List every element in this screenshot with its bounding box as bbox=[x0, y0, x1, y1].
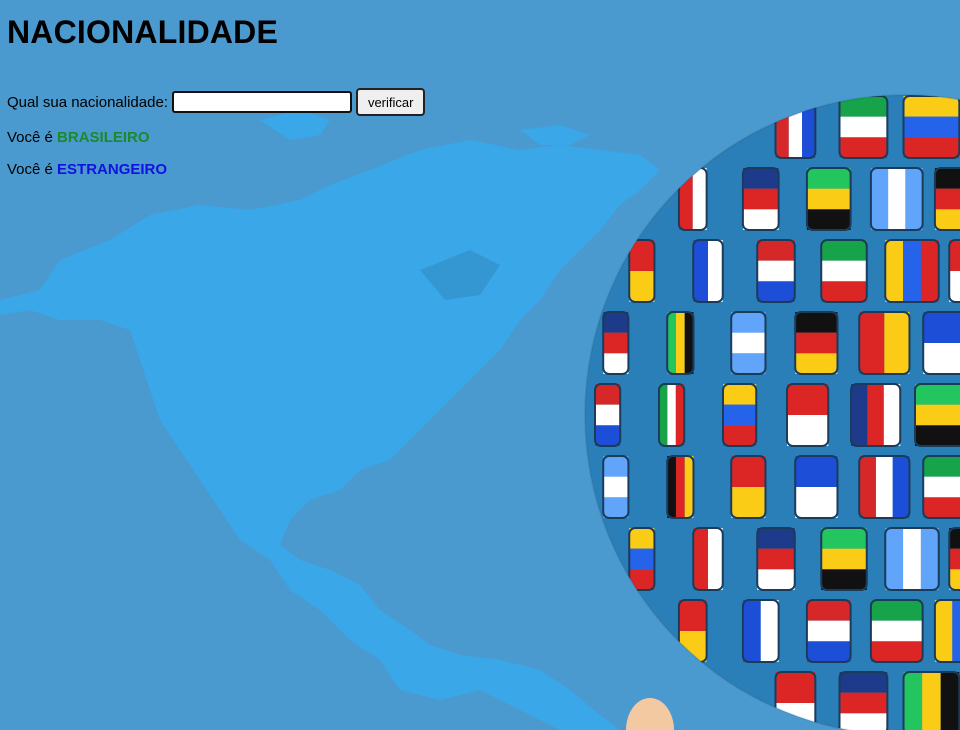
flag-globe-image bbox=[585, 95, 960, 730]
flag-tile bbox=[902, 671, 960, 730]
flag-tile bbox=[850, 383, 902, 447]
verify-button[interactable]: verificar bbox=[355, 88, 426, 116]
result-prefix: Você é bbox=[7, 161, 53, 178]
nationality-input[interactable] bbox=[171, 91, 352, 113]
flag-tile bbox=[786, 383, 830, 447]
flag-tile bbox=[730, 311, 767, 375]
flag-tile bbox=[677, 167, 708, 231]
result-value-estrangeiro: ESTRANGEIRO bbox=[57, 161, 168, 178]
flag-tile bbox=[628, 239, 656, 303]
flag-tile bbox=[922, 455, 960, 519]
flag-tile bbox=[805, 167, 852, 231]
flag-tile bbox=[933, 167, 960, 231]
flag-tile bbox=[948, 239, 960, 303]
flag-tile bbox=[602, 311, 630, 375]
hand-shape bbox=[626, 698, 674, 730]
flag-tile bbox=[838, 671, 889, 730]
continents-shape bbox=[0, 110, 660, 730]
flag-tile bbox=[741, 599, 780, 663]
flag-tile bbox=[602, 455, 630, 519]
result-prefix: Você é bbox=[7, 129, 53, 146]
flag-tile bbox=[730, 455, 767, 519]
flag-tile bbox=[594, 383, 622, 447]
flag-tile bbox=[794, 455, 839, 519]
flag-tile bbox=[722, 383, 758, 447]
flag-tile bbox=[820, 239, 868, 303]
flag-tile bbox=[884, 527, 940, 591]
flag-tile bbox=[666, 311, 695, 375]
flag-tile bbox=[858, 311, 911, 375]
main-content: NACIONALIDADE Qual sua nacionalidade: ve… bbox=[7, 0, 426, 180]
nationality-form: Qual sua nacionalidade: verificar bbox=[7, 88, 426, 116]
flag-tile bbox=[692, 527, 724, 591]
flag-tile bbox=[741, 167, 780, 231]
flag-tile bbox=[914, 383, 960, 447]
flag-tile bbox=[869, 167, 924, 231]
page-title: NACIONALIDADE bbox=[7, 14, 279, 50]
flag-tile bbox=[948, 527, 960, 591]
flag-tile bbox=[838, 95, 889, 159]
flag-tile bbox=[774, 95, 817, 159]
flag-tile bbox=[794, 311, 839, 375]
result-brazilian: Você é BRASILEIRO bbox=[7, 128, 425, 148]
flag-tile bbox=[922, 311, 960, 375]
flag-tile bbox=[858, 455, 911, 519]
nationality-question-label: Qual sua nacionalidade: bbox=[7, 93, 168, 111]
flag-tile bbox=[628, 527, 656, 591]
flag-tile bbox=[884, 239, 940, 303]
flag-tile bbox=[756, 527, 796, 591]
flag-tile bbox=[902, 95, 960, 159]
flag-tile bbox=[677, 599, 708, 663]
flag-tile bbox=[820, 527, 868, 591]
flag-tile bbox=[869, 599, 924, 663]
flag-tile bbox=[805, 599, 852, 663]
result-foreign: Você é ESTRANGEIRO bbox=[7, 160, 425, 180]
flag-tile bbox=[692, 239, 724, 303]
result-value-brasileiro: BRASILEIRO bbox=[57, 129, 150, 146]
flag-tile bbox=[756, 239, 796, 303]
flag-tile bbox=[933, 599, 960, 663]
flag-tile bbox=[658, 383, 686, 447]
flag-tile bbox=[666, 455, 695, 519]
